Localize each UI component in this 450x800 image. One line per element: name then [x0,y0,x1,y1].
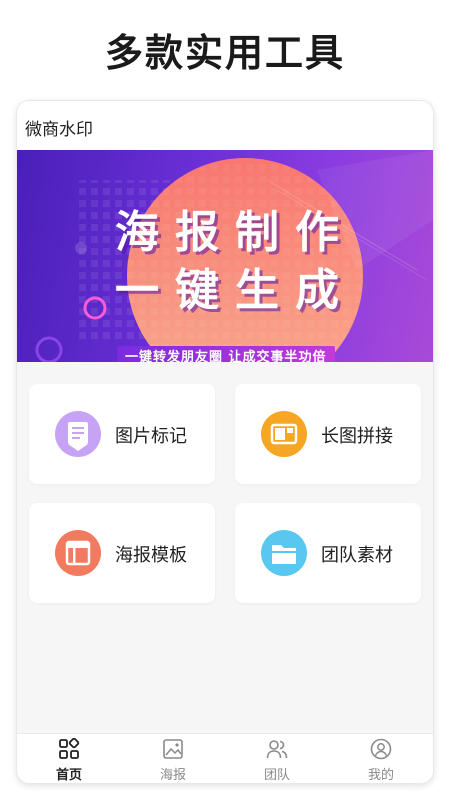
poster-banner[interactable]: 海报制作 一键生成 一键转发朋友圈 让成交事半功倍 [17,150,433,362]
tool-card-team-material[interactable]: 团队素材 [235,503,421,603]
tool-label: 图片标记 [115,426,187,447]
banner-headline-1: 海报制作 [115,207,355,258]
poster-template-icon [55,530,101,576]
tool-card-poster-template[interactable]: 海报模板 [29,503,215,603]
tab-label: 团队 [263,768,290,783]
phone-frame: 微商水印 海报制作 一键生成 一键转发朋友圈 让成交事半功倍 图片标记 长图拼接… [17,101,433,783]
tab-label: 海报 [159,768,186,783]
long-image-stitch-icon [261,411,307,457]
tab-label: 首页 [55,768,82,783]
bottom-tab-bar: 首页 海报 团队 我的 [17,733,433,783]
banner-headline-2: 一键生成 [115,265,355,316]
tab-profile[interactable]: 我的 [329,734,433,783]
tab-label: 我的 [367,768,394,783]
tab-poster[interactable]: 海报 [121,734,225,783]
team-material-folder-icon [261,530,307,576]
tool-label: 团队素材 [321,545,393,566]
banner-tagline: 一键转发朋友圈 让成交事半功倍 [117,346,335,362]
team-icon [266,740,288,759]
tab-home[interactable]: 首页 [17,734,121,783]
tool-label: 长图拼接 [321,426,393,447]
app-bar: 微商水印 [17,101,433,150]
app-title: 微商水印 [25,120,93,140]
home-grid-icon [59,738,80,759]
tool-card-image-mark[interactable]: 图片标记 [29,384,215,484]
profile-icon [370,738,392,760]
tool-card-long-image-stitch[interactable]: 长图拼接 [235,384,421,484]
image-mark-icon [55,411,101,457]
tool-label: 海报模板 [115,545,187,566]
promo-headline: 多款实用工具 [104,31,345,75]
tab-team[interactable]: 团队 [225,734,329,783]
image-icon [163,739,183,759]
